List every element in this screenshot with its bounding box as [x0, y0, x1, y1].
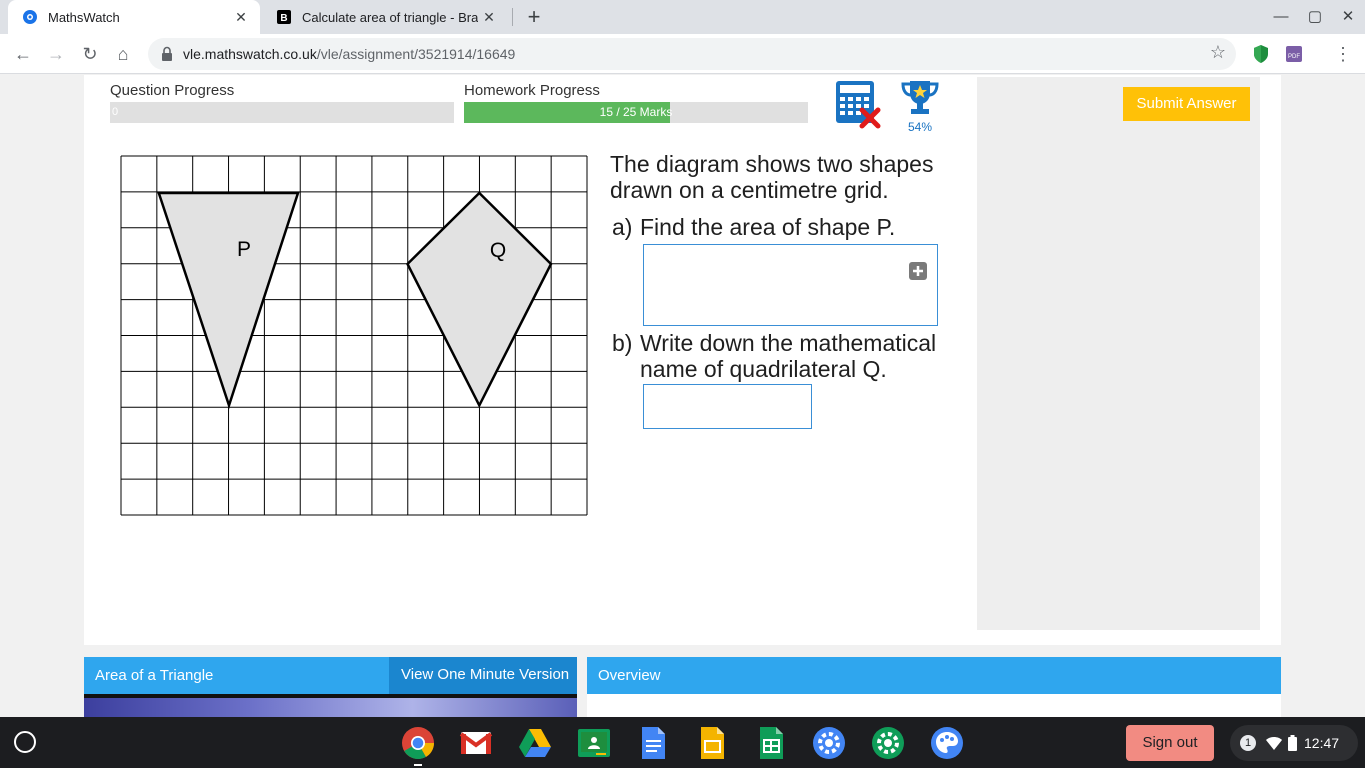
browser-menu-icon[interactable]: ⋮: [1334, 42, 1352, 66]
overview-title: Overview: [598, 667, 661, 684]
svg-text:B: B: [280, 13, 287, 24]
homework-progress-text: 15 / 25 Marks: [599, 105, 673, 119]
shape-q-label: Q: [490, 239, 506, 262]
url-text: vle.mathswatch.co.uk/vle/assignment/3521…: [183, 46, 515, 62]
tab-mathswatch[interactable]: MathsWatch ✕: [8, 0, 260, 34]
sheets-app-icon[interactable]: [753, 725, 789, 761]
question-intro-line1: The diagram shows two shapes: [610, 151, 934, 177]
trophy-icon: [901, 81, 939, 114]
tab-separator: [512, 8, 513, 26]
grid-diagram: P Q: [120, 155, 588, 516]
status-tray[interactable]: 1 12:47: [1230, 725, 1358, 761]
video-thumbnail[interactable]: [84, 698, 577, 717]
question-card: Question Progress 0 Homework Progress 15…: [84, 75, 1281, 645]
tab-title: Calculate area of triangle - Brainly: [302, 9, 478, 25]
back-button[interactable]: ←: [9, 40, 37, 68]
svg-text:PDF: PDF: [1288, 54, 1300, 60]
new-tab-button[interactable]: +: [520, 4, 548, 30]
shape-p-label: P: [237, 238, 251, 261]
launcher-icon[interactable]: [14, 731, 36, 753]
question-progress-bar: 0: [110, 102, 454, 123]
homework-progress-bar: 15 / 25 Marks: [464, 102, 808, 123]
maximize-button[interactable]: ▢: [1298, 0, 1332, 34]
answer-b-input[interactable]: [643, 384, 812, 429]
side-panel: Submit Answer: [977, 77, 1260, 630]
home-button[interactable]: ⌂: [109, 40, 137, 68]
gmail-app-icon[interactable]: [458, 725, 494, 761]
tab-strip: MathsWatch ✕ B Calculate area of triangl…: [0, 0, 1365, 34]
one-minute-version-button[interactable]: View One Minute Version: [389, 657, 577, 694]
minimize-button[interactable]: —: [1264, 0, 1298, 34]
bookmark-star-icon[interactable]: ☆: [1210, 42, 1226, 63]
question-progress-label: Question Progress: [110, 82, 235, 99]
calculator-not-allowed-icon: [836, 81, 881, 129]
forward-button[interactable]: →: [42, 40, 70, 68]
homework-progress-label: Homework Progress: [464, 82, 600, 99]
notification-count: 1: [1240, 735, 1256, 751]
slides-app-icon[interactable]: [694, 725, 730, 761]
pdf-extension-icon[interactable]: PDF: [1284, 44, 1304, 64]
url-domain: vle.mathswatch.co.uk: [183, 46, 317, 62]
question-intro-line2: drawn on a centimetre grid.: [610, 177, 889, 203]
close-tab-icon[interactable]: ✕: [478, 9, 500, 26]
close-window-button[interactable]: ✕: [1331, 0, 1365, 34]
part-b-line2: name of quadrilateral Q.: [640, 356, 887, 382]
clock: 12:47: [1304, 735, 1340, 751]
video-header: Area of a Triangle: [84, 657, 389, 694]
drive-app-icon[interactable]: [517, 725, 553, 761]
add-math-icon[interactable]: [909, 262, 927, 280]
part-a-text: Find the area of shape P.: [640, 214, 896, 240]
part-b-label: b): [612, 330, 633, 356]
sign-out-button[interactable]: Sign out: [1126, 725, 1214, 761]
palette-app-icon[interactable]: [929, 725, 965, 761]
part-b-line1: Write down the mathematical: [640, 330, 937, 356]
admin-settings-app-icon[interactable]: [870, 725, 906, 761]
docs-app-icon[interactable]: [635, 725, 671, 761]
shape-q: [405, 191, 553, 409]
address-bar[interactable]: vle.mathswatch.co.uk/vle/assignment/3521…: [148, 38, 1236, 70]
os-shelf: Sign out 1 12:47: [0, 717, 1365, 768]
settings-app-icon[interactable]: [811, 725, 847, 761]
video-title: Area of a Triangle: [95, 667, 214, 684]
active-app-indicator: [414, 764, 422, 766]
tab-brainly[interactable]: B Calculate area of triangle - Brainly ✕: [262, 0, 508, 34]
page-content: Question Progress 0 Homework Progress 15…: [0, 75, 1365, 717]
url-path: /vle/assignment/3521914/16649: [316, 46, 516, 62]
close-tab-icon[interactable]: ✕: [230, 9, 252, 26]
reload-button[interactable]: ↻: [76, 40, 104, 68]
tab-title: MathsWatch: [48, 9, 120, 25]
part-a-label: a): [612, 214, 633, 240]
submit-answer-button[interactable]: Submit Answer: [1123, 87, 1250, 121]
lock-icon: [162, 46, 172, 61]
trophy-percent: 54%: [907, 120, 933, 134]
browser-toolbar: ← → ↻ ⌂ vle.mathswatch.co.uk/vle/assignm…: [0, 34, 1365, 74]
mathswatch-favicon-icon: [23, 10, 37, 24]
one-minute-label: View One Minute Version: [401, 666, 570, 683]
wifi-icon: [1266, 737, 1282, 750]
brainly-favicon-icon: B: [277, 10, 291, 24]
classroom-app-icon[interactable]: [576, 725, 612, 761]
overview-body: [587, 694, 1281, 717]
chrome-app-icon[interactable]: [400, 725, 436, 761]
question-progress-value: 0: [112, 106, 119, 118]
answer-a-input[interactable]: [643, 244, 938, 326]
battery-icon: [1288, 735, 1297, 751]
shield-extension-icon[interactable]: [1251, 44, 1271, 64]
overview-header: Overview: [587, 657, 1281, 694]
